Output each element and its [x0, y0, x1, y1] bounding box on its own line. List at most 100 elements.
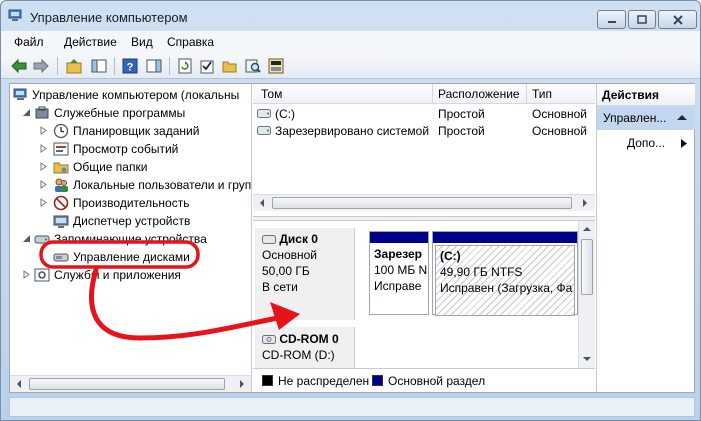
volume-layout: Простой [438, 107, 485, 121]
partition-c[interactable]: (C:) 49,90 ГБ NTFS Исправен (Загрузка, Ф… [432, 231, 578, 316]
forward-button[interactable] [31, 56, 51, 76]
title-bar[interactable]: Управление компьютером [1, 1, 700, 31]
tree-item-local-users[interactable]: Локальные пользователи и груп [10, 176, 251, 194]
expand-arrow-icon [40, 162, 47, 171]
cdrom-0-label[interactable]: CD-ROM 0 CD-ROM (D:) [255, 327, 355, 368]
tree-item-shared-folders[interactable]: Общие папки [10, 158, 251, 176]
minimize-button[interactable] [597, 10, 626, 29]
tree-item-system-tools[interactable]: Служебные программы [10, 104, 251, 122]
partition-status: Исправе [374, 279, 422, 293]
back-button[interactable] [9, 56, 29, 76]
scroll-right-icon [582, 199, 587, 207]
volume-list-header: Том Расположение Тип [253, 84, 595, 104]
device-manager-icon [53, 215, 69, 228]
partition-reserved[interactable]: Зарезер 100 МБ N Исправе [369, 231, 429, 315]
column-header-type[interactable]: Тип [532, 87, 552, 101]
open-folder-button[interactable] [220, 56, 240, 76]
column-divider[interactable] [526, 84, 527, 104]
tree-item-label: Общие папки [73, 160, 148, 174]
table-row[interactable]: (C:) Простой Основной [253, 105, 595, 122]
scroll-right-button[interactable] [233, 376, 250, 392]
menu-view[interactable]: Вид [131, 35, 153, 49]
collapse-arrow-icon [23, 109, 30, 116]
disk-legend: Не распределен Основной раздел [253, 368, 595, 392]
window-title: Управление компьютером [30, 10, 188, 25]
tree-item-device-manager[interactable]: Диспетчер устройств [10, 212, 251, 230]
up-level-button[interactable] [64, 56, 84, 76]
close-button[interactable] [658, 10, 697, 29]
toolbar: ? [1, 53, 700, 79]
volume-list-scrollbar[interactable] [253, 194, 595, 211]
scroll-right-button[interactable] [576, 195, 593, 211]
search-icon [245, 59, 261, 73]
tree-item-task-scheduler[interactable]: Планировщик заданий [10, 122, 251, 140]
storage-icon [34, 235, 50, 244]
cdrom-0-title: CD-ROM 0 [279, 332, 339, 346]
toolbar-separator [169, 57, 170, 75]
tree-item-storage[interactable]: Запоминающие устройства [10, 230, 251, 248]
cdrom-0-kind: CD-ROM (D:) [262, 348, 335, 362]
scroll-left-icon [16, 380, 21, 388]
scroll-thumb[interactable] [272, 197, 572, 209]
tree-item-label: Запоминающие устройства [54, 232, 207, 246]
scroll-left-button[interactable] [253, 195, 270, 211]
status-bar [9, 397, 695, 417]
computer-management-icon [8, 9, 22, 21]
partition-size: 100 МБ N [374, 263, 428, 277]
volume-list: Том Расположение Тип (C:) Простой Основн… [253, 84, 595, 216]
tree-item-event-viewer[interactable]: Просмотр событий [10, 140, 251, 158]
tree-item-disk-management[interactable]: Управление дисками [10, 248, 251, 266]
help-button[interactable]: ? [120, 56, 140, 76]
scroll-thumb[interactable] [29, 378, 225, 390]
performance-icon [53, 195, 69, 211]
tree-horizontal-scrollbar[interactable] [10, 375, 251, 392]
collapse-up-icon [677, 115, 687, 120]
collapse-arrow-icon [23, 235, 30, 242]
show-hide-tree-button[interactable] [89, 56, 109, 76]
menu-help[interactable]: Справка [167, 35, 214, 49]
disk-0-label[interactable]: Диск 0 Основной 50,00 ГБ В сети [255, 228, 355, 320]
toolbar-separator [57, 57, 58, 75]
column-divider[interactable] [432, 84, 433, 104]
actions-section-disk-management[interactable]: Управлен... [597, 106, 695, 130]
legend-unallocated-swatch [262, 375, 273, 386]
scroll-up-button[interactable] [579, 221, 595, 237]
scroll-down-button[interactable] [579, 351, 595, 367]
column-header-volume[interactable]: Том [261, 87, 282, 101]
up-folder-icon [66, 59, 82, 74]
disk-management-icon [53, 253, 69, 262]
disk-wizard-button[interactable] [266, 56, 286, 76]
legend-primary-label: Основной раздел [388, 374, 486, 388]
check-button[interactable] [197, 56, 217, 76]
volume-name: Зарезервировано системой [275, 124, 430, 138]
menu-file[interactable]: Файл [14, 35, 44, 49]
actions-title: Действия [602, 88, 660, 102]
scroll-thumb[interactable] [581, 239, 593, 295]
table-row[interactable]: Зарезервировано системой Простой Основно… [253, 122, 595, 139]
submenu-arrow-icon [681, 139, 687, 148]
close-icon [672, 14, 683, 25]
scroll-left-button[interactable] [10, 376, 27, 392]
expand-arrow-icon [23, 270, 30, 279]
menu-action[interactable]: Действие [64, 35, 117, 49]
computer-management-window: Управление компьютером Файл Действие Вид… [0, 0, 701, 421]
disk-0-title-row: Диск 0 [255, 231, 354, 247]
volume-type: Основной [532, 107, 588, 121]
disk-wizard-icon [268, 58, 284, 74]
maximize-button[interactable] [628, 10, 656, 29]
tree-item-label: Планировщик заданий [73, 124, 200, 138]
expand-arrow-icon [40, 126, 47, 135]
clock-icon [53, 123, 69, 139]
tree-item-computer-management[interactable]: Управление компьютером (локальны [10, 86, 251, 104]
cd-drive-icon [262, 335, 276, 344]
properties-pane-button[interactable] [144, 56, 164, 76]
show-hide-tree-icon [91, 59, 107, 73]
tree-item-performance[interactable]: Производительность [10, 194, 251, 212]
search-button[interactable] [243, 56, 263, 76]
event-viewer-icon [53, 142, 69, 156]
actions-more[interactable]: Допо... [597, 132, 695, 154]
refresh-button[interactable] [175, 56, 195, 76]
disk-view-scrollbar[interactable] [578, 221, 595, 368]
tree-item-services-apps[interactable]: Службы и приложения [10, 266, 251, 284]
column-header-layout[interactable]: Расположение [438, 87, 520, 101]
